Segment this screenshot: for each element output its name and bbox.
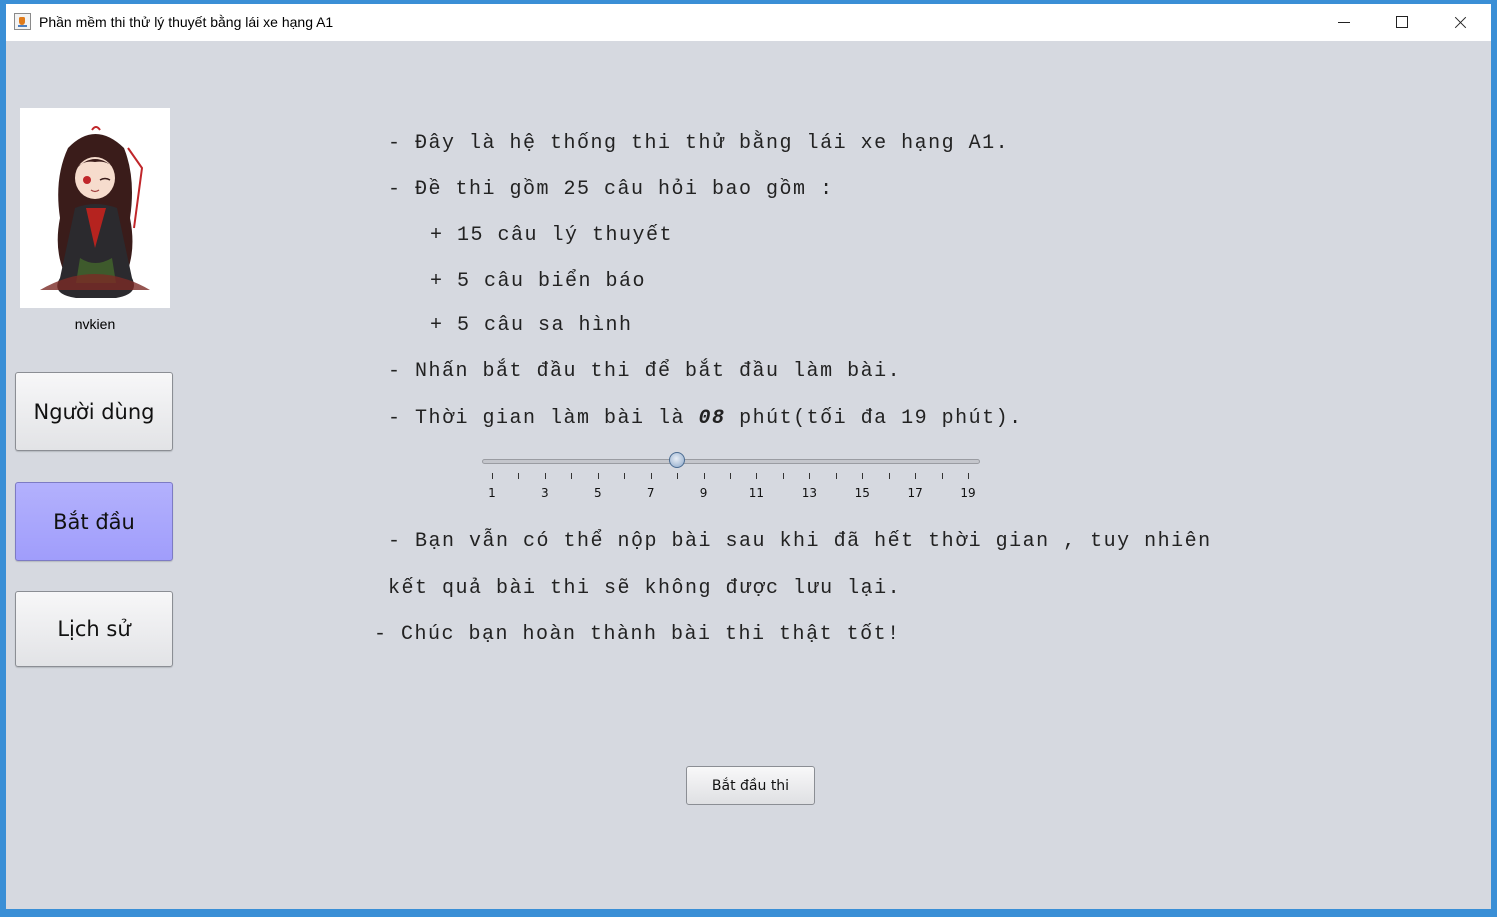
diagram-questions-line: + 5 câu sa hình xyxy=(430,314,633,337)
slider-tick xyxy=(624,473,626,479)
history-button[interactable]: Lịch sử xyxy=(15,591,173,667)
slider-tick xyxy=(888,473,890,479)
note-line-2: kết quả bài thi sẽ không được lưu lại. xyxy=(388,577,902,600)
press-start-line: - Nhấn bắt đầu thi để bắt đầu làm bài. xyxy=(388,360,902,383)
note-line-1: - Bạn vẫn có thể nộp bài sau khi đã hết … xyxy=(388,530,1212,553)
slider-tick xyxy=(915,473,917,479)
slider-tick xyxy=(650,473,652,479)
slider-tick-label: 3 xyxy=(541,486,549,500)
slider-tick xyxy=(492,473,493,479)
title-bar: Phần mềm thi thử lý thuyết bằng lái xe h… xyxy=(6,4,1491,41)
slider-tick-label: 7 xyxy=(646,486,655,500)
time-prefix: - Thời gian làm bài là xyxy=(388,407,699,430)
username-label: nvkien xyxy=(74,316,116,332)
slider-tick xyxy=(782,473,784,479)
start-exam-button[interactable]: Bắt đầu thi xyxy=(686,766,815,805)
theory-questions-line: + 15 câu lý thuyết xyxy=(430,224,674,247)
time-suffix: phút(tối đa 19 phút). xyxy=(739,407,1023,430)
slider-tick xyxy=(862,473,864,479)
window-title: Phần mềm thi thử lý thuyết bằng lái xe h… xyxy=(39,14,334,30)
slider-tick xyxy=(756,473,758,479)
slider-tick-label: 5 xyxy=(593,486,602,500)
slider-tick xyxy=(809,473,811,479)
slider-tick-label: 1 xyxy=(488,486,496,500)
slider-tick xyxy=(703,473,705,479)
slider-tick xyxy=(730,473,731,479)
slider-tick xyxy=(677,473,679,479)
slider-tick-label: 13 xyxy=(801,486,817,500)
slider-tick xyxy=(571,473,573,479)
app-window: Phần mềm thi thử lý thuyết bằng lái xe h… xyxy=(0,0,1497,917)
time-value: 08 xyxy=(698,407,726,430)
slider-tick-label: 11 xyxy=(748,486,765,500)
slider-tick xyxy=(518,473,520,479)
slider-tick xyxy=(968,473,969,479)
exam-structure-line: - Đề thi gồm 25 câu hỏi bao gồm : xyxy=(388,178,834,201)
slider-tick-label: 17 xyxy=(907,486,923,500)
wish-line: - Chúc bạn hoàn thành bài thi thật tốt! xyxy=(374,623,901,646)
slider-tick xyxy=(941,473,943,479)
slider-tick xyxy=(597,473,599,479)
avatar xyxy=(20,108,170,308)
java-cup-icon xyxy=(14,13,31,30)
slider-tick-label: 15 xyxy=(854,486,870,500)
user-button[interactable]: Người dùng xyxy=(15,372,173,451)
sign-questions-line: + 5 câu biển báo xyxy=(430,270,647,293)
close-button[interactable] xyxy=(1437,4,1483,41)
intro-line: - Đây là hệ thống thi thử bằng lái xe hạ… xyxy=(388,132,1010,155)
start-nav-button[interactable]: Bắt đầu xyxy=(15,482,173,561)
slider-track[interactable] xyxy=(482,459,980,464)
slider-tick xyxy=(835,473,837,479)
time-slider[interactable]: 1 3 5 7 9 11 13 15 17 19 xyxy=(482,449,980,509)
slider-thumb[interactable] xyxy=(669,452,686,468)
time-line: - Thời gian làm bài là 08 phút(tối đa 19… xyxy=(388,407,1023,430)
slider-tick-label: 19 xyxy=(960,486,976,500)
minimize-button[interactable] xyxy=(1321,4,1367,41)
main-panel: nvkien Người dùng Bắt đầu Lịch sử - Đây … xyxy=(6,41,1491,909)
slider-tick-label: 9 xyxy=(699,486,708,500)
maximize-button[interactable] xyxy=(1379,4,1425,41)
slider-tick xyxy=(544,473,546,479)
